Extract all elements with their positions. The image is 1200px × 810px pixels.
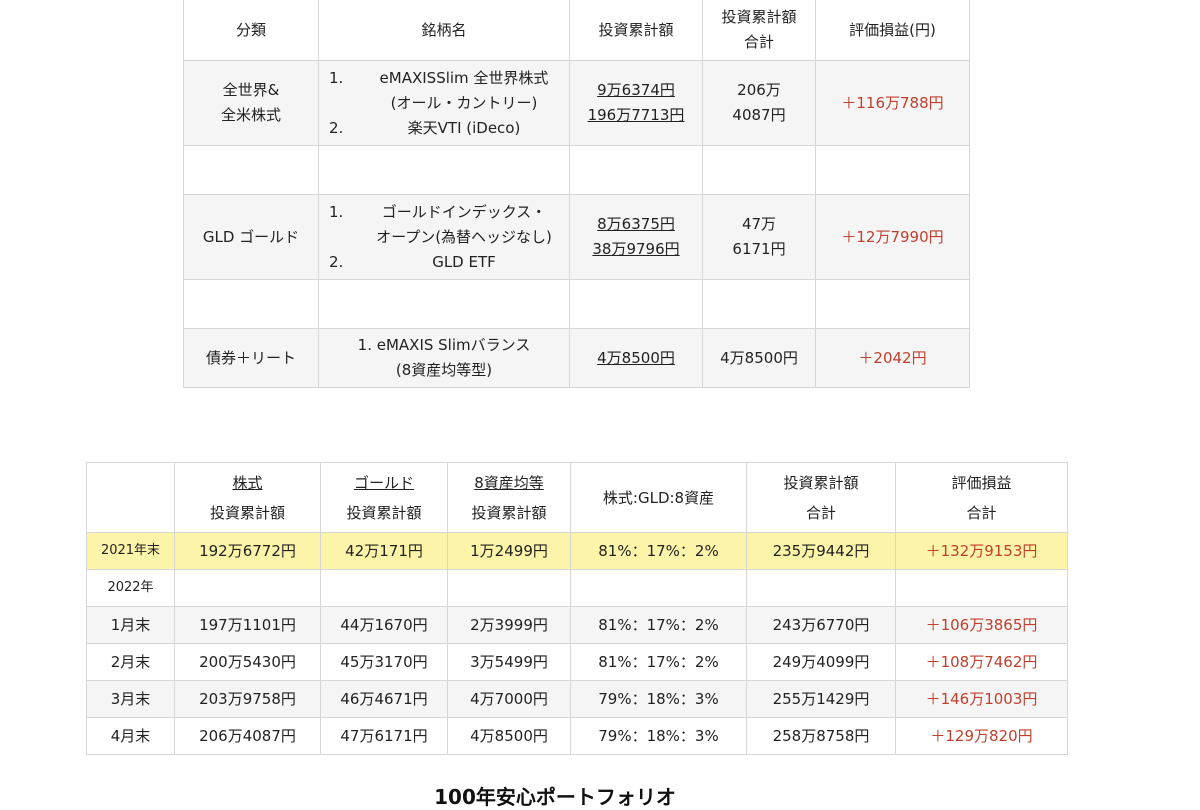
monthly-history-table: 株式 投資累計額 ゴールド 投資累計額 8資産均等 投資累計額 株式:GLD:8資産 … [86, 462, 1068, 755]
total-value: 255万1429円 [746, 680, 896, 718]
profit-loss-cell: ＋2042円 [815, 328, 970, 388]
list-number: 1. [329, 202, 344, 221]
list-number: 2. [329, 252, 344, 271]
fund-name: ゴールドインデックス・ オープン(為替ヘッジなし) [376, 202, 552, 246]
table-row: 4月末 206万4087円 47万6171円 4万8500円 79%：18%：3… [86, 717, 1068, 755]
period-label: 1月末 [86, 606, 175, 644]
header-invested-total: 投資累計額 合計 [702, 0, 816, 61]
profit-loss-value: ＋106万3865円 [895, 606, 1068, 644]
list-item: 2. GLD ETF [319, 250, 569, 275]
amount-value: 196万7713円 [587, 106, 685, 124]
gold-value: 47万6171円 [320, 717, 448, 755]
ratio-value: 81%：17%：2% [570, 643, 747, 681]
header-ratio: 株式:GLD:8資産 [570, 462, 747, 533]
list-item: 2. 楽天VTI (iDeco) [319, 116, 569, 141]
gold-value: 45万3170円 [320, 643, 448, 681]
table-row: 2022年 [86, 569, 1068, 607]
ratio-value: 81%：17%：2% [570, 532, 747, 570]
stock-value: 200万5430円 [174, 643, 321, 681]
stock-value: 192万6772円 [174, 532, 321, 570]
header-balance: 8資産均等 投資累計額 [447, 462, 571, 533]
fund-name: 1. eMAXIS Slimバランス (8資産均等型) [357, 336, 531, 379]
fund-names-cell: 1. eMAXIS Slimバランス (8資産均等型) [318, 328, 570, 388]
list-item: 1. eMAXISSlim 全世界株式 (オール・カントリー) [319, 66, 569, 116]
balance-value: 1万2499円 [447, 532, 571, 570]
list-item: 1. ゴールドインデックス・ オープン(為替ヘッジなし) [319, 200, 569, 250]
table-row: 債券＋リート 1. eMAXIS Slimバランス (8資産均等型) 4万850… [183, 328, 970, 388]
table-row: 2月末 200万5430円 45万3170円 3万5499円 81%：17%：2… [86, 643, 1068, 681]
header-invested: 投資累計額 [569, 0, 703, 61]
period-label: 4月末 [86, 717, 175, 755]
stock-value: 206万4087円 [174, 717, 321, 755]
balance-value: 4万7000円 [447, 680, 571, 718]
fund-names-cell: 1. ゴールドインデックス・ オープン(為替ヘッジなし) 2. GLD ETF [318, 194, 570, 280]
profit-loss-value: ＋132万9153円 [895, 532, 1068, 570]
amount-value: 4万8500円 [597, 348, 675, 367]
total-cell: 206万 4087円 [702, 60, 816, 146]
period-label: 2021年末 [86, 532, 175, 570]
total-value: 249万4099円 [746, 643, 896, 681]
header-row: 株式 投資累計額 ゴールド 投資累計額 8資産均等 投資累計額 株式:GLD:8資産 … [86, 462, 1068, 533]
list-number: 1. [329, 68, 344, 87]
ratio-value: 81%：17%：2% [570, 606, 747, 644]
spacer-row [183, 145, 970, 195]
gold-value: 44万1670円 [320, 606, 448, 644]
period-label: 2月末 [86, 643, 175, 681]
total-value: 235万9442円 [746, 532, 896, 570]
page-caption: 100年安心ポートフォリオ [434, 785, 676, 809]
header-profit-loss-total: 評価損益 合計 [895, 462, 1068, 533]
amount-value: 9万6374円 [597, 81, 675, 99]
header-gold: ゴールド 投資累計額 [320, 462, 448, 533]
period-label: 3月末 [86, 680, 175, 718]
period-label: 2022年 [86, 569, 175, 607]
ratio-value: 79%：18%：3% [570, 680, 747, 718]
table-row: 全世界& 全米株式 1. eMAXISSlim 全世界株式 (オール・カントリー)… [183, 60, 970, 146]
header-empty [86, 462, 175, 533]
fund-name: GLD ETF [432, 252, 496, 271]
fund-name: eMAXISSlim 全世界株式 (オール・カントリー) [379, 68, 549, 112]
balance-value: 2万3999円 [447, 606, 571, 644]
total-cell: 47万 6171円 [702, 194, 816, 280]
stock-value: 197万1101円 [174, 606, 321, 644]
total-cell: 4万8500円 [702, 328, 816, 388]
profit-loss-value: ＋129万820円 [895, 717, 1068, 755]
gold-value: 42万171円 [320, 532, 448, 570]
amounts-cell: 8万6375円 38万9796円 [569, 194, 703, 280]
fund-name: 楽天VTI (iDeco) [407, 118, 521, 137]
balance-value: 4万8500円 [447, 717, 571, 755]
table-row: 3月末 203万9758円 46万4671円 4万7000円 79%：18%：3… [86, 680, 1068, 718]
stock-value: 203万9758円 [174, 680, 321, 718]
header-profit-loss: 評価損益(円) [815, 0, 970, 61]
header-invested-total: 投資累計額 合計 [746, 462, 896, 533]
table-row: 1月末 197万1101円 44万1670円 2万3999円 81%：17%：2… [86, 606, 1068, 644]
balance-value: 3万5499円 [447, 643, 571, 681]
total-value: 258万8758円 [746, 717, 896, 755]
amount-value: 38万9796円 [592, 240, 680, 258]
amount-value: 8万6375円 [597, 215, 675, 233]
ratio-value: 79%：18%：3% [570, 717, 747, 755]
spacer-row [183, 279, 970, 329]
total-value: 243万6770円 [746, 606, 896, 644]
category-cell: 債券＋リート [183, 328, 319, 388]
category-cell: GLD ゴールド [183, 194, 319, 280]
profit-loss-value: ＋108万7462円 [895, 643, 1068, 681]
gold-value: 46万4671円 [320, 680, 448, 718]
table-row: GLD ゴールド 1. ゴールドインデックス・ オープン(為替ヘッジなし) 2. G… [183, 194, 970, 280]
profit-loss-cell: ＋12万7990円 [815, 194, 970, 280]
amounts-cell: 4万8500円 [569, 328, 703, 388]
category-cell: 全世界& 全米株式 [183, 60, 319, 146]
header-category: 分類 [183, 0, 319, 61]
fund-names-cell: 1. eMAXISSlim 全世界株式 (オール・カントリー) 2. 楽天VTI (… [318, 60, 570, 146]
profit-loss-cell: ＋116万788円 [815, 60, 970, 146]
header-stock: 株式 投資累計額 [174, 462, 321, 533]
portfolio-holdings-table: 分類 銘柄名 投資累計額 投資累計額 合計 評価損益(円) 全世界& 全米株式 … [183, 0, 970, 388]
profit-loss-value: ＋146万1003円 [895, 680, 1068, 718]
table-row: 2021年末 192万6772円 42万171円 1万2499円 81%：17%… [86, 532, 1068, 570]
amounts-cell: 9万6374円 196万7713円 [569, 60, 703, 146]
list-number: 2. [329, 118, 344, 137]
header-fund-name: 銘柄名 [318, 0, 570, 61]
